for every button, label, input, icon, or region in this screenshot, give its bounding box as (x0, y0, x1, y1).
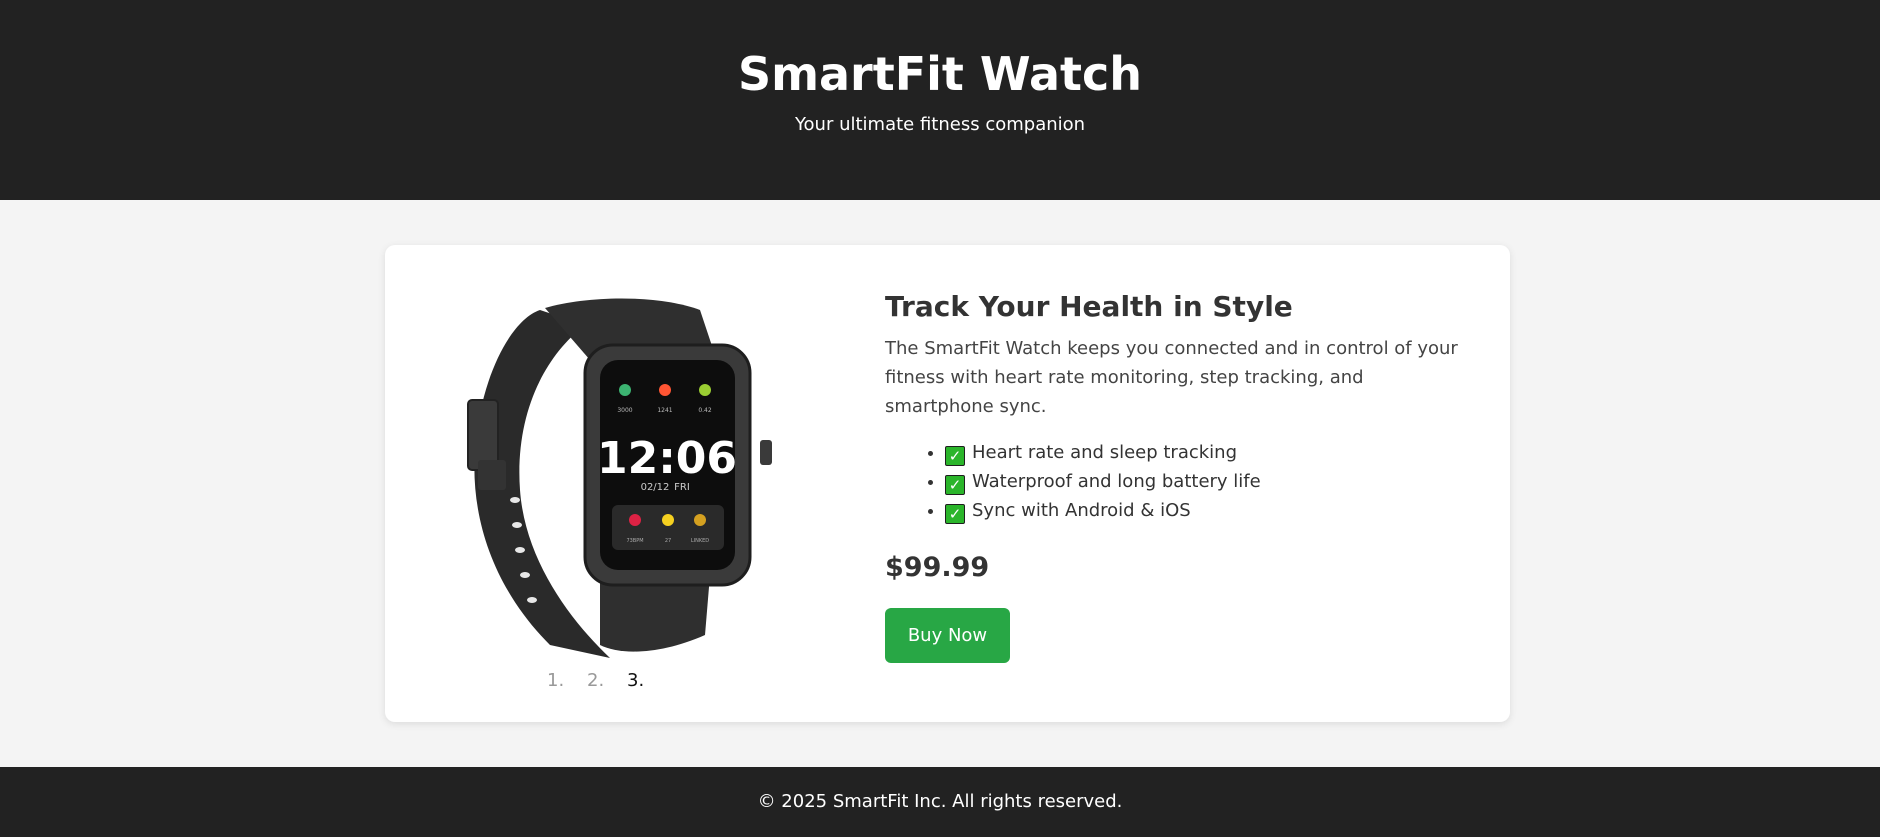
list-item: ✓ Heart rate and sleep tracking (945, 438, 1475, 467)
watch-time: 12:06 (597, 433, 737, 484)
page-header: SmartFit Watch Your ultimate fitness com… (0, 0, 1880, 200)
watch-date: 02/12 (641, 482, 670, 493)
feature-list: ✓ Heart rate and sleep tracking ✓ Waterpro… (885, 438, 1475, 525)
product-headline: Track Your Health in Style (885, 290, 1293, 323)
product-description: The SmartFit Watch keeps you connected a… (885, 338, 1458, 417)
smartwatch-image: 3000 1241 0.42 12:06 02/12 FRI 73BPM 27 … (467, 298, 772, 658)
product-price: $99.99 (885, 552, 990, 583)
check-mark-icon: ✓ (945, 446, 965, 466)
svg-text:3000: 3000 (617, 407, 632, 414)
feature-label: Sync with Android & iOS (972, 500, 1191, 521)
svg-text:0.42: 0.42 (698, 407, 712, 414)
product-image: 3000 1241 0.42 12:06 02/12 FRI 73BPM 27 … (460, 290, 780, 670)
product-card: 3000 1241 0.42 12:06 02/12 FRI 73BPM 27 … (385, 245, 1510, 722)
feature-label: Waterproof and long battery life (972, 471, 1261, 492)
svg-text:FRI: FRI (674, 482, 690, 493)
check-mark-icon: ✓ (945, 475, 965, 495)
watch-buckle (467, 399, 499, 471)
svg-text:1241: 1241 (657, 407, 672, 414)
page-footer: © 2025 SmartFit Inc. All rights reserved… (0, 767, 1880, 837)
footer-copyright: © 2025 SmartFit Inc. All rights reserved… (757, 791, 1123, 812)
check-mark-icon: ✓ (945, 504, 965, 524)
svg-text:73BPM: 73BPM (626, 538, 643, 544)
svg-text:LINKED: LINKED (691, 538, 709, 544)
site-subtitle: Your ultimate fitness companion (794, 114, 1086, 135)
product-info: Track Your Health in Style The SmartFit … (885, 290, 1475, 663)
buy-now-button[interactable]: Buy Now (885, 608, 1010, 663)
list-item: ✓ Waterproof and long battery life (945, 467, 1475, 496)
site-title: SmartFit Watch (737, 47, 1143, 101)
main-content: 3000 1241 0.42 12:06 02/12 FRI 73BPM 27 … (0, 200, 1880, 767)
pager-item-3[interactable]: 3. (627, 670, 667, 692)
svg-text:27: 27 (665, 538, 671, 544)
list-item: ✓ Sync with Android & iOS (945, 496, 1475, 525)
pager-item-1[interactable]: 1. (547, 670, 587, 692)
image-pager: 1. 2. 3. (547, 670, 667, 692)
pager-item-2[interactable]: 2. (587, 670, 627, 692)
feature-label: Heart rate and sleep tracking (972, 442, 1238, 463)
